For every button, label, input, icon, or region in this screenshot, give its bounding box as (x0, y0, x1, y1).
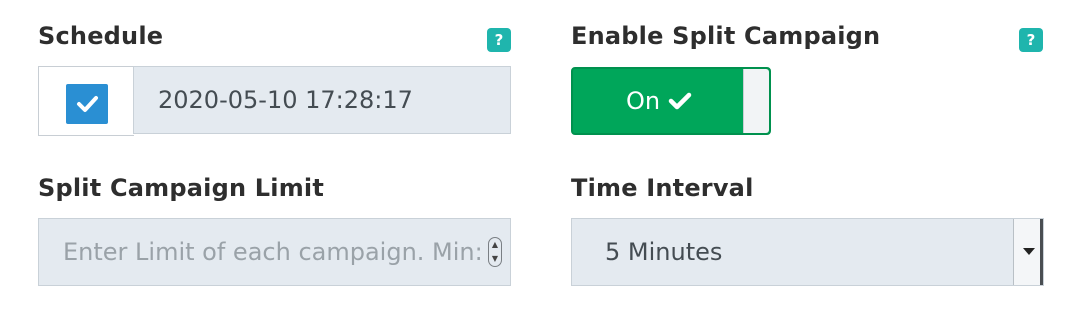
schedule-label: Schedule (38, 22, 164, 50)
split-campaign-label: Enable Split Campaign (571, 22, 881, 50)
chevron-down-icon[interactable] (1013, 219, 1043, 285)
split-limit-placeholder: Enter Limit of each campaign. Min: (63, 238, 483, 266)
number-spinner[interactable]: ▲ ▼ (488, 237, 502, 267)
split-campaign-toggle[interactable]: On (571, 67, 771, 135)
split-limit-input[interactable]: Enter Limit of each campaign. Min: ▲ ▼ (38, 218, 511, 286)
schedule-checkbox[interactable] (66, 84, 108, 124)
split-limit-label: Split Campaign Limit (38, 174, 325, 202)
toggle-label: On (625, 87, 661, 115)
checkmark-icon (77, 96, 98, 112)
check-icon (668, 92, 692, 110)
schedule-help-icon[interactable]: ? (487, 28, 511, 52)
toggle-handle[interactable] (743, 69, 769, 133)
toggle-on-text: On (573, 69, 745, 133)
split-campaign-help-icon[interactable]: ? (1019, 28, 1043, 52)
schedule-datetime-value: 2020-05-10 17:28:17 (158, 86, 413, 114)
spinner-up-icon[interactable]: ▲ (492, 241, 498, 249)
time-interval-select[interactable]: 5 Minutes (571, 218, 1044, 286)
schedule-datetime-input[interactable]: 2020-05-10 17:28:17 (133, 66, 511, 134)
time-interval-selected: 5 Minutes (605, 238, 723, 266)
spinner-down-icon[interactable]: ▼ (492, 255, 498, 263)
schedule-checkbox-wrapper (38, 66, 134, 136)
time-interval-label: Time Interval (571, 174, 754, 202)
